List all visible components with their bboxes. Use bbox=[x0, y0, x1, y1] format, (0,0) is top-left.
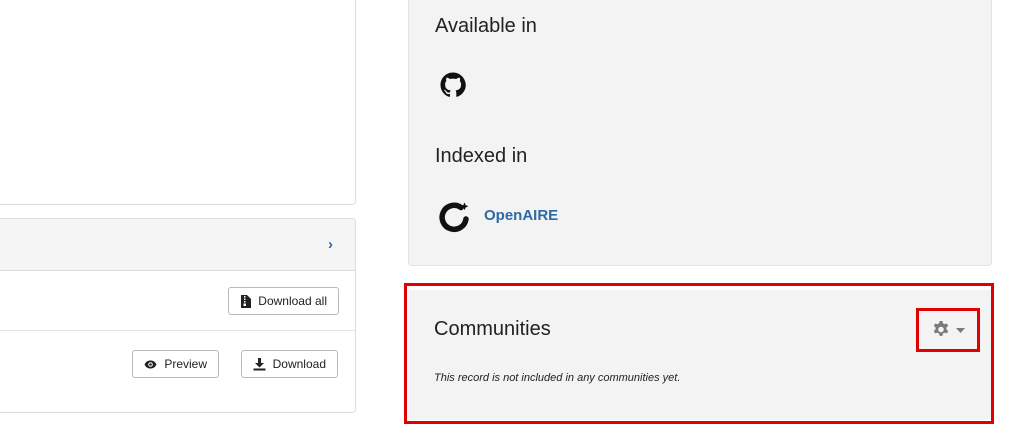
download-label: Download bbox=[272, 357, 326, 371]
files-panel: › Download all Preview Download bbox=[0, 218, 356, 413]
download-all-label: Download all bbox=[258, 294, 327, 308]
preview-button[interactable]: Preview bbox=[132, 350, 219, 378]
archive-icon bbox=[241, 294, 252, 308]
record-card bbox=[0, 0, 356, 205]
chevron-right-icon[interactable]: › bbox=[328, 236, 333, 253]
openaire-link[interactable]: OpenAIRE bbox=[484, 207, 558, 224]
files-header[interactable]: › bbox=[0, 219, 355, 271]
download-icon bbox=[253, 357, 266, 370]
preview-label: Preview bbox=[164, 357, 207, 371]
download-all-button[interactable]: Download all bbox=[228, 287, 339, 315]
communities-title: Communities bbox=[434, 318, 551, 340]
indexed-in-title: Indexed in bbox=[435, 145, 528, 167]
github-icon[interactable] bbox=[439, 71, 467, 104]
external-resources-panel: Available in Indexed in OpenAIRE bbox=[408, 0, 992, 266]
communities-panel: Communities This record is not included … bbox=[409, 290, 991, 420]
gear-icon bbox=[933, 321, 949, 336]
download-button[interactable]: Download bbox=[240, 350, 338, 378]
communities-empty-note: This record is not included in any commu… bbox=[434, 372, 681, 384]
openaire-icon[interactable] bbox=[439, 201, 471, 238]
manage-communities-button[interactable] bbox=[916, 308, 980, 352]
files-toolbar: Download all bbox=[0, 271, 355, 331]
caret-down-icon bbox=[956, 327, 965, 333]
available-in-title: Available in bbox=[435, 15, 537, 37]
eye-icon bbox=[144, 360, 157, 368]
file-row: Preview Download bbox=[0, 331, 355, 412]
